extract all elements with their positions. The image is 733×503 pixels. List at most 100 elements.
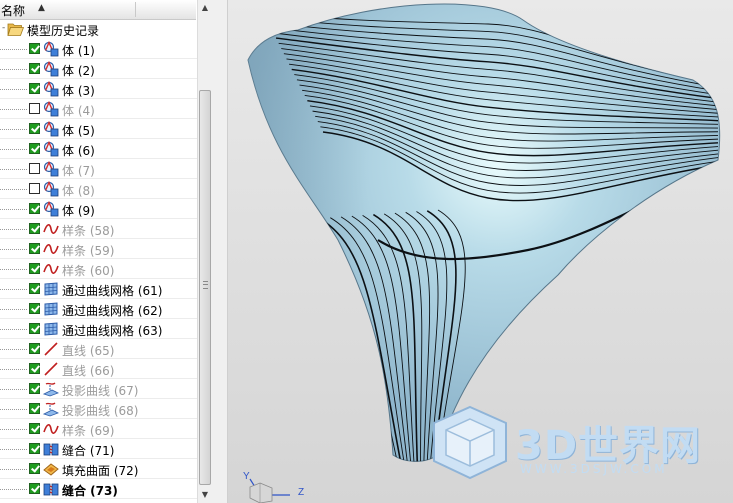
triad-y-label: Y xyxy=(243,471,250,482)
tree-row[interactable]: 体 (1) xyxy=(0,39,197,59)
column-separator[interactable] xyxy=(135,2,136,17)
sew-icon xyxy=(43,441,59,457)
tree-row[interactable]: 样条 (60) xyxy=(0,259,197,279)
body-feature-icon xyxy=(43,60,59,77)
body-feature-icon xyxy=(43,100,59,117)
tree-row-label: 体 (8) xyxy=(62,184,95,198)
cube-logo-icon xyxy=(433,405,507,480)
fill-surface-icon xyxy=(43,461,59,477)
tree-row[interactable]: 填充曲面 (72) xyxy=(0,459,197,479)
visibility-checkbox[interactable] xyxy=(29,323,40,334)
visibility-checkbox[interactable] xyxy=(29,203,40,214)
tree-row[interactable]: 通过曲线网格 (61) xyxy=(0,279,197,299)
body-feature-icon xyxy=(43,80,59,97)
model-history-tree: - 模型历史记录 体 (1) 体 (2) 体 (3) 体 (4) 体 (5) 体 (6) 体… xyxy=(0,19,197,503)
tree-row-label: 体 (2) xyxy=(62,64,95,78)
tree-row[interactable]: 样条 (58) xyxy=(0,219,197,239)
triad-z-label: Z xyxy=(298,487,305,498)
visibility-checkbox[interactable] xyxy=(29,443,40,454)
visibility-checkbox[interactable] xyxy=(29,83,40,94)
visibility-checkbox[interactable] xyxy=(29,343,40,354)
visibility-checkbox[interactable] xyxy=(29,303,40,314)
tree-row[interactable]: 体 (9) xyxy=(0,199,197,219)
watermark-url: WWW.3DSJW.COM xyxy=(520,462,668,476)
tree-row[interactable]: 体 (8) xyxy=(0,179,197,199)
tree-connector xyxy=(0,329,27,330)
visibility-checkbox[interactable] xyxy=(29,243,40,254)
projected-curve-icon xyxy=(42,401,59,417)
tree-row-label: 直线 (66) xyxy=(62,364,115,378)
visibility-checkbox[interactable] xyxy=(29,143,40,154)
part-navigator: 名称 ▲ - 模型历史记录 体 (1) 体 (2) 体 (3) 体 (4) 体 (5) 体… xyxy=(0,0,212,503)
tree-connector xyxy=(0,229,27,230)
tree-row[interactable]: 样条 (59) xyxy=(0,239,197,259)
visibility-checkbox[interactable] xyxy=(29,423,40,434)
visibility-checkbox[interactable] xyxy=(29,43,40,54)
scroll-down-arrow-icon[interactable]: ▼ xyxy=(198,487,212,502)
tree-row[interactable]: 直线 (66) xyxy=(0,359,197,379)
visibility-checkbox[interactable] xyxy=(29,263,40,274)
tree-row[interactable]: 体 (2) xyxy=(0,59,197,79)
navigator-scrollbar[interactable]: ▲ ▼ xyxy=(197,0,212,503)
visibility-checkbox[interactable] xyxy=(29,223,40,234)
tree-connector xyxy=(0,469,27,470)
tree-row-label: 样条 (60) xyxy=(62,264,115,278)
panel-splitter[interactable] xyxy=(212,0,228,503)
tree-row[interactable]: 直线 (65) xyxy=(0,339,197,359)
column-header[interactable]: 名称 ▲ xyxy=(0,0,196,20)
site-watermark: 3D世界网 WWW.3DSJW.COM xyxy=(430,405,730,495)
tree-connector xyxy=(0,409,27,410)
visibility-checkbox[interactable] xyxy=(29,103,40,114)
scrollbar-thumb[interactable] xyxy=(199,90,211,485)
body-feature-icon xyxy=(43,180,59,197)
tree-row-label: 样条 (59) xyxy=(62,244,115,258)
spline-icon xyxy=(43,221,59,237)
tree-row[interactable]: 体 (4) xyxy=(0,99,197,119)
visibility-checkbox[interactable] xyxy=(29,283,40,294)
visibility-checkbox[interactable] xyxy=(29,363,40,374)
tree-row[interactable]: 体 (6) xyxy=(0,139,197,159)
tree-row[interactable]: 缝合 (71) xyxy=(0,439,197,459)
visibility-checkbox[interactable] xyxy=(29,163,40,174)
tree-row[interactable]: 缝合 (73) xyxy=(0,479,197,499)
sew-icon xyxy=(43,481,59,497)
tree-connector xyxy=(0,109,27,110)
tree-connector xyxy=(0,489,27,490)
curve-mesh-icon xyxy=(43,301,59,317)
tree-row[interactable]: 体 (5) xyxy=(0,119,197,139)
tree-row[interactable]: 体 (3) xyxy=(0,79,197,99)
visibility-checkbox[interactable] xyxy=(29,463,40,474)
tree-connector xyxy=(0,49,27,50)
tree-row-label: 直线 (65) xyxy=(62,344,115,358)
tree-row-label: 体 (3) xyxy=(62,84,95,98)
tree-root-model-history[interactable]: - 模型历史记录 xyxy=(0,19,197,39)
body-feature-icon xyxy=(43,200,59,217)
tree-row[interactable]: 体 (7) xyxy=(0,159,197,179)
tree-row-label: 体 (5) xyxy=(62,124,95,138)
tree-row-label: 样条 (69) xyxy=(62,424,115,438)
column-header-name[interactable]: 名称 xyxy=(1,2,25,19)
tree-row-label: 投影曲线 (67) xyxy=(62,384,139,398)
tree-row-label: 体 (6) xyxy=(62,144,95,158)
tree-connector xyxy=(0,429,27,430)
tree-connector xyxy=(0,249,27,250)
tree-connector xyxy=(0,349,27,350)
sort-ascending-icon[interactable]: ▲ xyxy=(38,3,45,13)
tree-row[interactable]: 投影曲线 (67) xyxy=(0,379,197,399)
visibility-checkbox[interactable] xyxy=(29,403,40,414)
tree-row[interactable]: 样条 (69) xyxy=(0,419,197,439)
tree-row[interactable]: 投影曲线 (68) xyxy=(0,399,197,419)
visibility-checkbox[interactable] xyxy=(29,183,40,194)
visibility-checkbox[interactable] xyxy=(29,123,40,134)
tree-row[interactable]: 通过曲线网格 (62) xyxy=(0,299,197,319)
collapse-icon[interactable]: - xyxy=(2,23,5,33)
visibility-checkbox[interactable] xyxy=(29,63,40,74)
visibility-checkbox[interactable] xyxy=(29,383,40,394)
tree-row-label: 通过曲线网格 (62) xyxy=(62,304,163,318)
spline-icon xyxy=(43,241,59,257)
tree-connector xyxy=(0,169,27,170)
tree-row[interactable]: 通过曲线网格 (63) xyxy=(0,319,197,339)
scroll-up-arrow-icon[interactable]: ▲ xyxy=(198,0,212,15)
tree-root-label: 模型历史记录 xyxy=(27,24,100,38)
visibility-checkbox[interactable] xyxy=(29,483,40,494)
